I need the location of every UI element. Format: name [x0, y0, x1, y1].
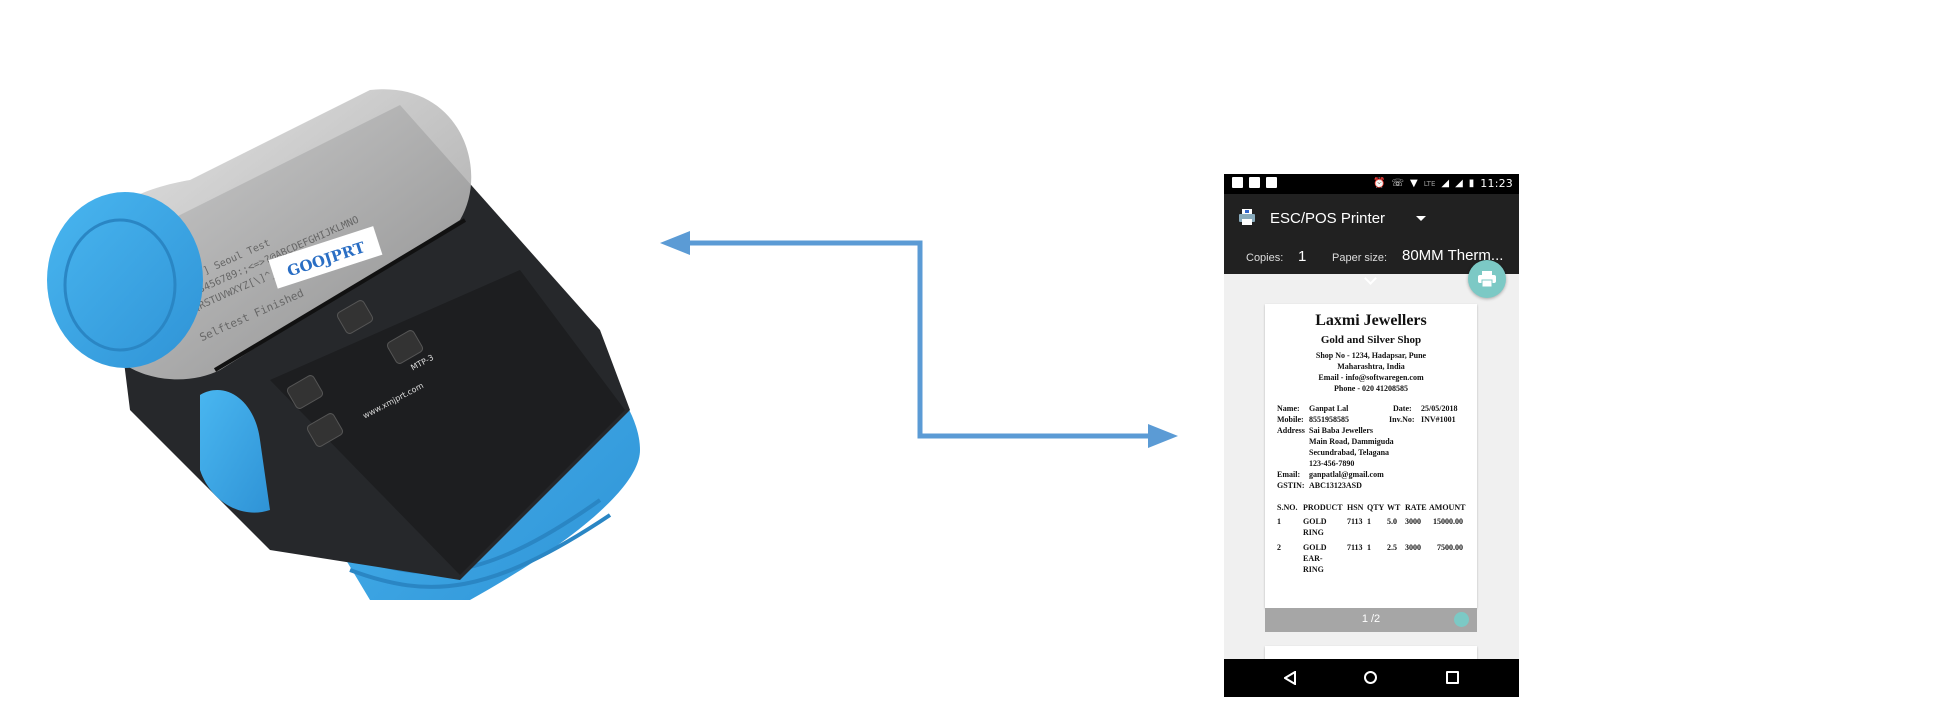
table-cell: 2	[1277, 543, 1281, 552]
shop-address-line-1: Shop No - 1234, Hadapsar, Pune	[1315, 351, 1427, 360]
page-indicator: 1 /2	[1361, 613, 1381, 625]
receipt-preview-page[interactable]: Laxmi Jewellers Gold and Silver Shop Sho…	[1265, 304, 1477, 608]
table-cell: 3000	[1405, 517, 1421, 526]
invoice-label: Inv.No:	[1389, 415, 1415, 424]
address-value-2: Main Road, Dammiguda	[1309, 437, 1394, 446]
gstin-label: GSTIN:	[1277, 481, 1305, 490]
status-bar: ⏰ ☏ ▼ LTE ◢ ◢ ▮ 11:23	[1224, 174, 1519, 194]
table-cell: 1	[1367, 517, 1371, 526]
name-value: Ganpat Lal	[1309, 404, 1349, 413]
name-label: Name:	[1277, 404, 1300, 413]
date-label: Date:	[1393, 404, 1412, 413]
table-cell: 7500.00	[1437, 543, 1463, 552]
table-cell: 2.5	[1387, 543, 1397, 552]
column-header: WT	[1387, 503, 1401, 512]
address-value-1: Sai Baba Jewellers	[1309, 426, 1373, 435]
mobile-value: 8551958585	[1309, 415, 1349, 424]
home-icon[interactable]	[1364, 671, 1377, 684]
table-cell: 7113	[1347, 517, 1363, 526]
clock: 11:23	[1480, 177, 1513, 190]
shop-phone: Phone - 020 41208585	[1334, 384, 1408, 393]
wifi-icon: ▼	[1410, 177, 1418, 189]
arrow-head-left	[660, 231, 690, 255]
column-header: PRODUCT	[1303, 503, 1343, 512]
print-icon	[1478, 271, 1496, 287]
printer-dropdown-icon[interactable]	[1416, 216, 1426, 221]
address-value-3: Secundrabad, Telagana	[1309, 448, 1390, 457]
table-cell: 15000.00	[1433, 517, 1463, 526]
shop-address-line-2: Maharashtra, India	[1337, 362, 1405, 371]
call-icon: ☏	[1391, 177, 1405, 189]
shop-name: Laxmi Jewellers	[1315, 312, 1427, 329]
gstin-value: ABC13123ASD	[1309, 481, 1362, 490]
table-cell: 7113	[1347, 543, 1363, 552]
app-notification-icon	[1249, 177, 1260, 188]
phone-screen: ⏰ ☏ ▼ LTE ◢ ◢ ▮ 11:23 ESC/POS Printer Co…	[1224, 174, 1519, 697]
table-cell: 1	[1367, 543, 1371, 552]
copies-label: Copies:	[1246, 252, 1284, 264]
column-header: RATE	[1405, 503, 1427, 512]
column-header: QTY	[1367, 503, 1385, 512]
page-selected-check-icon[interactable]	[1454, 612, 1469, 627]
signal-icon: ◢	[1441, 177, 1450, 189]
email-value: ganpatlal@gmail.com	[1309, 470, 1384, 479]
copies-input[interactable]: 1	[1298, 248, 1306, 265]
table-cell: GOLD	[1303, 517, 1327, 526]
arrow-head-right	[1148, 424, 1178, 448]
printer-icon	[1239, 209, 1255, 225]
page-footer: 1 /2	[1265, 608, 1477, 632]
email-label: Email:	[1277, 470, 1301, 479]
address-label: Address	[1277, 426, 1305, 435]
table-cell: GOLD	[1303, 543, 1327, 552]
table-cell: RING	[1303, 528, 1324, 537]
chevron-down-icon[interactable]	[1364, 272, 1377, 285]
table-cell: 1	[1277, 517, 1281, 526]
invoice-value: INV#1001	[1421, 415, 1456, 424]
table-cell: RING	[1303, 565, 1324, 574]
battery-icon: ▮	[1468, 177, 1475, 189]
image-notification-icon	[1266, 177, 1277, 188]
print-app-bar: ESC/POS Printer Copies: 1 Paper size: 80…	[1224, 194, 1519, 285]
mobile-label: Mobile:	[1277, 415, 1304, 424]
signal-icon-2: ◢	[1455, 177, 1463, 189]
recents-icon[interactable]	[1446, 671, 1459, 684]
date-value: 25/05/2018	[1421, 404, 1458, 413]
portable-thermal-printer-image: [ASC ] Seoul Test 0123456789:;<=>?@ABCDE…	[47, 89, 640, 600]
back-icon[interactable]	[1284, 671, 1296, 685]
shop-email: Email - info@softwaregen.com	[1318, 373, 1424, 382]
table-cell: EAR-	[1303, 554, 1323, 563]
network-type: LTE	[1423, 179, 1436, 188]
column-header: S.NO.	[1277, 503, 1298, 512]
android-nav-bar	[1224, 659, 1519, 697]
shop-tagline: Gold and Silver Shop	[1320, 334, 1422, 346]
address-value-4: 123-456-7890	[1309, 459, 1355, 468]
table-cell: 5.0	[1387, 517, 1397, 526]
paper-size-label: Paper size:	[1332, 252, 1388, 264]
column-header: AMOUNT	[1429, 503, 1466, 512]
printer-selector[interactable]: ESC/POS Printer	[1270, 210, 1385, 227]
gmail-notification-icon	[1232, 177, 1243, 188]
alarm-icon: ⏰	[1373, 177, 1386, 189]
print-button[interactable]	[1468, 260, 1506, 298]
table-cell: 3000	[1405, 543, 1421, 552]
column-header: HSN	[1347, 503, 1364, 512]
